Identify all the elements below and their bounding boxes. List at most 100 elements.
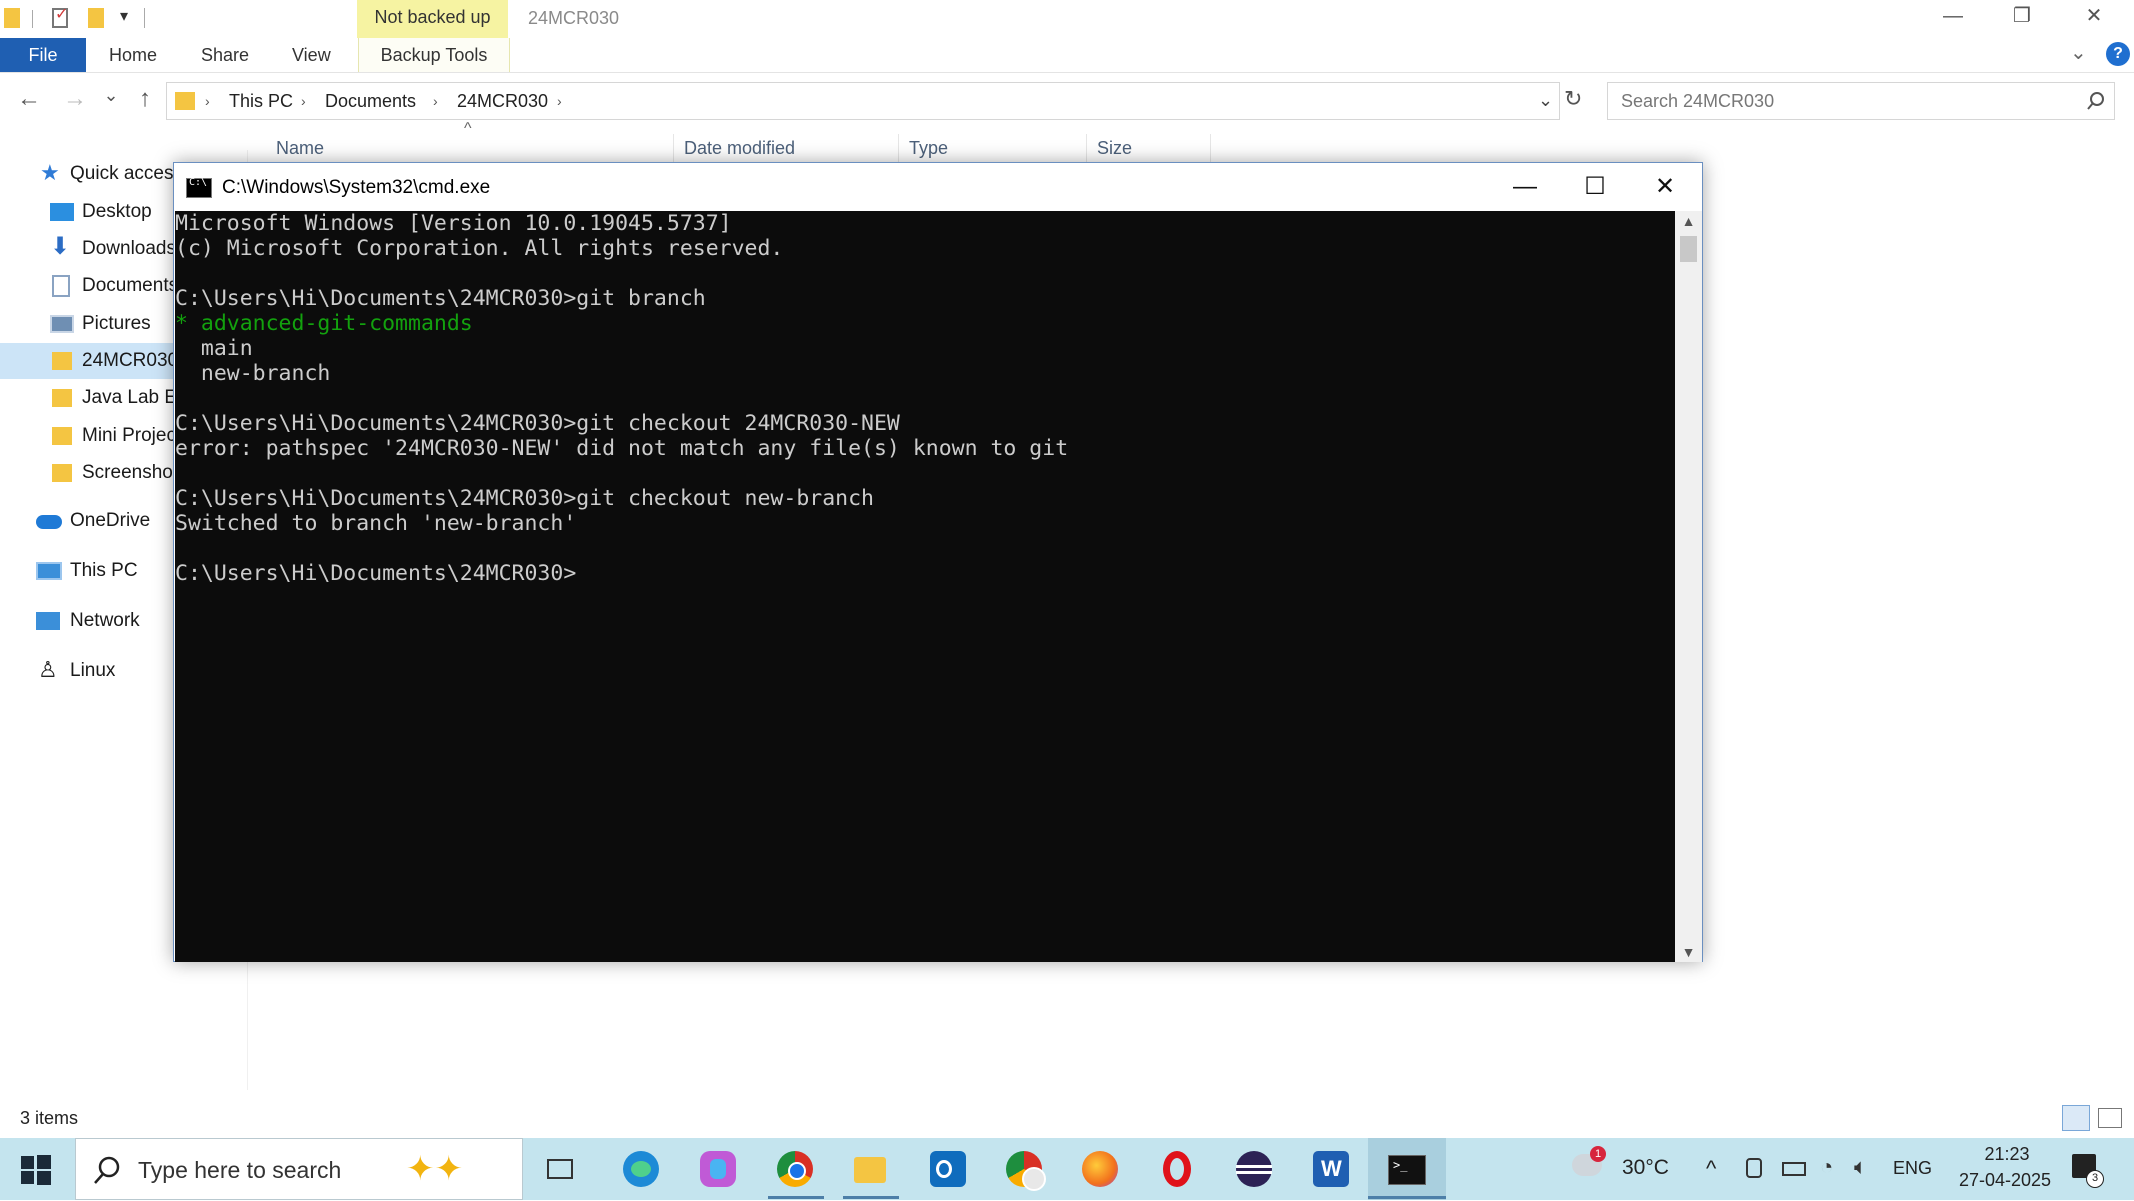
terminal-icon[interactable]: >_: [1388, 1151, 1426, 1187]
help-icon[interactable]: ?: [2106, 42, 2130, 66]
customize-quick-access-icon[interactable]: ▾: [120, 6, 128, 26]
breadcrumb-separator[interactable]: ›: [301, 83, 306, 119]
meet-now-icon[interactable]: [1746, 1158, 1762, 1178]
windows-start-icon[interactable]: [20, 1154, 52, 1186]
large-icons-view-icon[interactable]: [2098, 1108, 2122, 1128]
folder-icon: [52, 389, 72, 407]
copilot-sparkle-icon[interactable]: ✦✦: [406, 1147, 463, 1191]
clock-time[interactable]: 21:23: [1972, 1144, 2042, 1165]
tab-file[interactable]: File: [0, 38, 86, 72]
nav-item-label: Java Lab Ex: [82, 387, 187, 408]
wifi-icon[interactable]: ◔: [1820, 1154, 1833, 1180]
scroll-up-arrow[interactable]: ▲: [1675, 213, 1702, 229]
breadcrumb-this-pc[interactable]: This PC: [229, 83, 293, 119]
volume-icon[interactable]: 🔈︎: [1854, 1154, 1867, 1180]
task-view-icon[interactable]: [542, 1151, 578, 1187]
search-icon: [94, 1156, 120, 1184]
taskbar: Type here to search ✦✦ W >_ 1 30°C ^ ◔ 🔈…: [0, 1138, 2134, 1200]
cmd-minimize-button[interactable]: —: [1490, 163, 1560, 211]
temperature-label[interactable]: 30°C: [1622, 1156, 1669, 1180]
chrome-profile-icon[interactable]: [1006, 1151, 1046, 1191]
recent-locations-button[interactable]: ⌄: [98, 85, 124, 106]
forward-button[interactable]: →: [62, 85, 88, 113]
up-button[interactable]: ↑: [132, 85, 158, 113]
folder-icon: [4, 8, 20, 28]
column-date-label: Date modified: [684, 138, 796, 158]
file-explorer-icon[interactable]: [852, 1151, 888, 1187]
folder-icon: [52, 427, 72, 445]
console-line: Microsoft Windows [Version 10.0.19045.57…: [175, 211, 732, 236]
cmd-scrollbar[interactable]: ▲ ▼: [1675, 211, 1702, 962]
clock-date[interactable]: 27-04-2025: [1950, 1170, 2060, 1191]
cloud-icon: [36, 515, 62, 529]
breadcrumb-separator[interactable]: ›: [557, 83, 562, 119]
properties-icon[interactable]: ✓: [52, 6, 68, 28]
divider: [144, 8, 145, 28]
close-button[interactable]: ✕: [2067, 0, 2121, 34]
search-box[interactable]: Search 24MCR030: [1607, 82, 2115, 120]
show-hidden-icons-button[interactable]: ^: [1706, 1156, 1716, 1182]
sort-ascending-icon: ^: [464, 120, 472, 137]
details-view-icon[interactable]: [2062, 1105, 2090, 1131]
tab-backup-tools[interactable]: Backup Tools: [358, 38, 510, 72]
explorer-titlebar: ✓ ▾ Not backed up 24MCR030 — ❐ ✕: [0, 0, 2134, 38]
breadcrumb-separator[interactable]: ›: [433, 83, 438, 119]
column-header-name[interactable]: Name: [266, 134, 674, 162]
folder-icon: [52, 464, 72, 482]
chrome-icon[interactable]: [777, 1151, 813, 1187]
column-header-date-modified[interactable]: Date modified: [674, 134, 899, 162]
eclipse-icon[interactable]: [1236, 1151, 1272, 1187]
firefox-icon[interactable]: [1082, 1151, 1118, 1187]
nav-item-label: Screenshot: [82, 462, 179, 483]
battery-icon[interactable]: [1782, 1162, 1806, 1176]
scroll-thumb[interactable]: [1680, 236, 1697, 262]
search-icon[interactable]: [2086, 91, 2106, 111]
copilot-icon[interactable]: [700, 1151, 736, 1187]
minimize-button[interactable]: —: [1926, 0, 1980, 34]
tab-view[interactable]: View: [292, 38, 331, 72]
active-app-indicator: [1368, 1196, 1446, 1199]
scroll-down-arrow[interactable]: ▼: [1675, 944, 1702, 960]
penguin-icon: ♙: [38, 657, 58, 682]
opera-icon[interactable]: [1159, 1151, 1195, 1187]
column-header-type[interactable]: Type: [899, 134, 1087, 162]
folder-icon: [52, 352, 72, 370]
back-button[interactable]: ←: [16, 85, 42, 113]
column-header-size[interactable]: Size: [1087, 134, 1211, 162]
cmd-window[interactable]: C:\ C:\Windows\System32\cmd.exe — ☐ ✕ Mi…: [173, 162, 1703, 962]
new-folder-icon[interactable]: [88, 8, 104, 28]
nav-item-label: Linux: [70, 660, 116, 681]
tab-share[interactable]: Share: [201, 38, 249, 72]
word-icon[interactable]: W: [1313, 1151, 1349, 1187]
cmd-close-button[interactable]: ✕: [1630, 163, 1700, 211]
divider: [32, 10, 33, 28]
breadcrumb-documents[interactable]: Documents: [325, 83, 416, 119]
console-line: main: [175, 336, 253, 361]
search-input[interactable]: Search 24MCR030: [1621, 83, 1774, 119]
console-line: C:\Users\Hi\Documents\24MCR030>git check…: [175, 411, 900, 436]
ribbon-tabs: File Home Share View Backup Tools ⌄ ?: [0, 38, 2134, 73]
active-app-indicator: [843, 1196, 899, 1199]
expand-ribbon-icon[interactable]: ⌄: [2070, 38, 2087, 68]
refresh-icon[interactable]: ↻: [1564, 86, 1582, 112]
tab-home[interactable]: Home: [109, 38, 157, 72]
console-line: C:\Users\Hi\Documents\24MCR030>git check…: [175, 486, 874, 511]
breadcrumb-24mcr030[interactable]: 24MCR030: [457, 83, 548, 119]
edge-icon[interactable]: [623, 1151, 659, 1187]
context-tab-not-backed-up[interactable]: Not backed up: [357, 0, 508, 38]
breadcrumb-separator[interactable]: ›: [205, 83, 210, 119]
star-icon: ★: [40, 160, 60, 185]
address-dropdown-icon[interactable]: ⌄: [1538, 85, 1553, 115]
console-prompt[interactable]: C:\Users\Hi\Documents\24MCR030>: [175, 561, 576, 586]
taskbar-search-placeholder[interactable]: Type here to search: [138, 1139, 341, 1201]
cmd-maximize-button[interactable]: ☐: [1560, 163, 1630, 211]
restore-button[interactable]: ❐: [1995, 0, 2049, 34]
taskbar-search-box[interactable]: Type here to search ✦✦: [75, 1138, 523, 1200]
desktop-icon: [50, 203, 74, 221]
address-bar[interactable]: › This PC › Documents › 24MCR030 › ⌄: [166, 82, 1560, 120]
active-app-indicator: [768, 1196, 824, 1199]
language-indicator[interactable]: ENG: [1893, 1158, 1932, 1179]
cmd-titlebar[interactable]: C:\ C:\Windows\System32\cmd.exe — ☐ ✕: [174, 163, 1702, 211]
console-output[interactable]: Microsoft Windows [Version 10.0.19045.57…: [175, 211, 1675, 962]
outlook-icon[interactable]: [930, 1151, 966, 1187]
